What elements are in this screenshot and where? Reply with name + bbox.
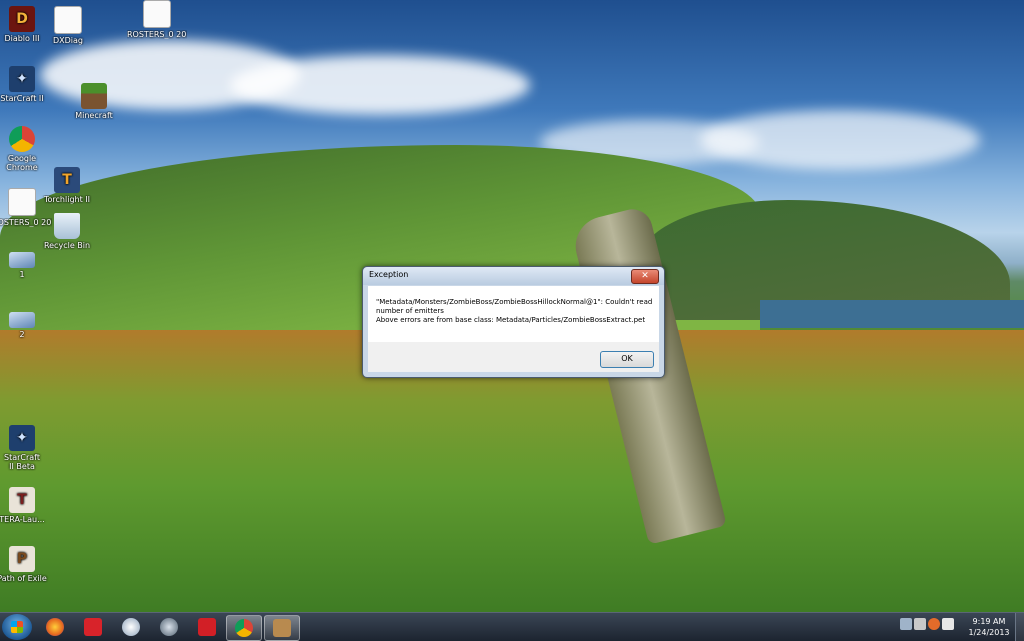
desktop-icon-starcraft-beta[interactable]: ✦ StarCraft II Beta: [0, 425, 52, 471]
taskbar-button-game-2[interactable]: [190, 615, 224, 639]
desktop-icon-minecraft[interactable]: Minecraft: [64, 83, 124, 120]
desktop-icon-label: StarCraft II: [0, 94, 44, 103]
start-button[interactable]: [2, 614, 32, 640]
shortcut-icon: [9, 252, 35, 268]
game-2-icon: [198, 618, 216, 636]
chrome-icon: [9, 126, 35, 152]
taskbar-button-helmet[interactable]: [114, 615, 148, 639]
starcraft-icon: ✦: [9, 66, 35, 92]
cloud: [700, 110, 980, 170]
flash-icon: [84, 618, 102, 636]
helmet-icon: [122, 618, 140, 636]
torchlight-icon: T: [54, 167, 80, 193]
taskbar-clock[interactable]: 9:19 AM 1/24/2013: [962, 616, 1016, 638]
windows-logo-icon: [11, 621, 23, 633]
exception-dialog: Exception ✕ "Metadata/Monsters/ZombieBos…: [362, 266, 665, 378]
text-file-icon: [54, 6, 82, 34]
tray-flag-icon[interactable]: [914, 618, 926, 630]
recycle-bin-icon: [54, 213, 80, 239]
tray-app-icon[interactable]: [928, 618, 940, 630]
desktop-icon-label: Minecraft: [75, 111, 113, 120]
taskbar: 9:19 AM 1/24/2013: [0, 612, 1024, 641]
desktop-icon-label: TERA-Lau...: [0, 515, 45, 524]
desktop-icon-label: Recycle Bin: [43, 241, 91, 250]
text-file-icon: [143, 0, 171, 28]
clock-date: 1/24/2013: [968, 628, 1010, 637]
steam-icon: [160, 618, 178, 636]
desktop-icon-label: DXDiag: [52, 36, 83, 45]
dialog-close-button[interactable]: ✕: [631, 269, 659, 284]
ok-button[interactable]: OK: [600, 351, 654, 368]
text-file-icon: [8, 188, 36, 216]
desktop-icon-path-of-exile[interactable]: P Path of Exile: [0, 546, 52, 583]
show-desktop-button[interactable]: [1015, 613, 1024, 641]
taskbar-button-steam[interactable]: [152, 615, 186, 639]
diablo-icon: D: [9, 6, 35, 32]
path-of-exile-icon: [273, 619, 291, 637]
dialog-body: "Metadata/Monsters/ZombieBoss/ZombieBoss…: [368, 286, 659, 342]
taskbar-button-firefox[interactable]: [38, 615, 72, 639]
desktop-icon-label: Google Chrome: [6, 154, 38, 172]
tera-icon: T: [9, 487, 35, 513]
minecraft-icon: [81, 83, 107, 109]
clock-time: 9:19 AM: [972, 617, 1006, 626]
desktop-icon-label: 2: [19, 330, 25, 339]
path-of-exile-icon: P: [9, 546, 35, 572]
desktop-icon-tera[interactable]: T TERA-Lau...: [0, 487, 52, 524]
desktop-icon-shortcut-1[interactable]: 1: [0, 252, 52, 279]
desktop-icon-label: StarCraft II Beta: [4, 453, 40, 471]
desktop-icon-label: ROSTERS_0 201211050...: [127, 30, 187, 39]
dialog-title: Exception: [369, 270, 409, 279]
starcraft-icon: ✦: [9, 425, 35, 451]
dialog-titlebar[interactable]: Exception ✕: [363, 267, 664, 285]
desktop-icon-torchlight[interactable]: T Torchlight II: [37, 167, 97, 204]
desktop-icon-label: 1: [19, 270, 25, 279]
taskbar-button-flash[interactable]: [76, 615, 110, 639]
tray-speaker-icon[interactable]: [942, 618, 954, 630]
desktop-icon-dxdiag[interactable]: DXDiag: [38, 6, 98, 45]
dialog-message: "Metadata/Monsters/ZombieBoss/ZombieBoss…: [376, 298, 656, 325]
chrome-icon: [235, 619, 253, 637]
desktop-icon-recycle-bin[interactable]: Recycle Bin: [37, 213, 97, 250]
desktop-icon-label: Path of Exile: [0, 574, 47, 583]
cloud: [230, 55, 530, 115]
dialog-message-line: Above errors are from base class: Metada…: [376, 316, 646, 324]
taskbar-button-path-of-exile[interactable]: [264, 615, 300, 641]
desktop-icon-starcraft[interactable]: ✦ StarCraft II: [0, 66, 52, 103]
desktop-icon-rosters-2012[interactable]: ROSTERS_0 201211050...: [127, 0, 187, 39]
shortcut-icon: [9, 312, 35, 328]
dialog-message-line: "Metadata/Monsters/ZombieBoss/ZombieBoss…: [376, 298, 653, 315]
taskbar-button-chrome[interactable]: [226, 615, 262, 641]
sea: [760, 300, 1024, 328]
desktop-icon-chrome[interactable]: Google Chrome: [0, 126, 52, 172]
firefox-icon: [46, 618, 64, 636]
desktop-icon-shortcut-2[interactable]: 2: [0, 312, 52, 339]
desktop-icon-label: Torchlight II: [44, 195, 90, 204]
tray-network-icon[interactable]: [900, 618, 912, 630]
